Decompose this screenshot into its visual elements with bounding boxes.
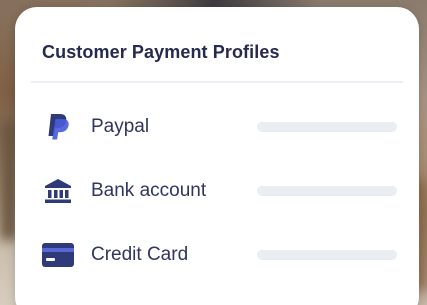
payment-profiles-card: Customer Payment Profiles Paypal Bank ac… bbox=[15, 7, 419, 305]
payment-method-bank-account[interactable]: Bank account bbox=[41, 174, 397, 208]
payment-method-credit-card[interactable]: Credit Card bbox=[41, 238, 397, 272]
credit-card-label: Credit Card bbox=[91, 244, 189, 265]
credit-card-value-placeholder bbox=[257, 250, 397, 260]
card-title: Customer Payment Profiles bbox=[42, 42, 280, 62]
credit-card-icon bbox=[41, 238, 75, 272]
paypal-icon bbox=[41, 110, 75, 144]
bank-icon bbox=[41, 174, 75, 208]
payment-method-paypal[interactable]: Paypal bbox=[41, 110, 397, 144]
paypal-value-placeholder bbox=[257, 122, 397, 132]
bank-account-label: Bank account bbox=[91, 180, 207, 201]
bank-account-value-placeholder bbox=[257, 186, 397, 196]
paypal-label: Paypal bbox=[91, 116, 150, 137]
title-divider bbox=[31, 81, 403, 83]
